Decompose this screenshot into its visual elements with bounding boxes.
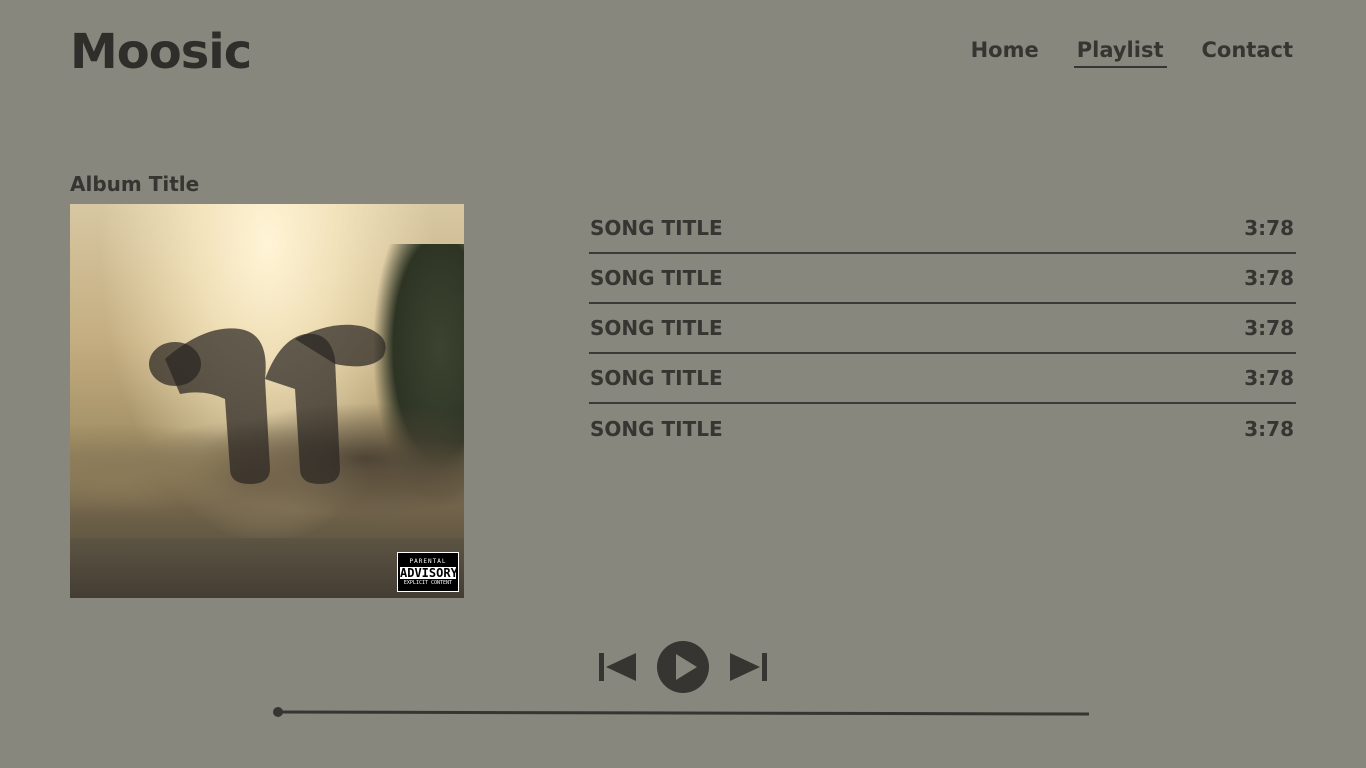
skip-back-icon[interactable] <box>598 652 638 682</box>
track-duration: 3:78 <box>1244 417 1294 441</box>
track-list: SONG TITLE 3:78 SONG TITLE 3:78 SONG TIT… <box>589 204 1296 454</box>
track-title: SONG TITLE <box>590 417 723 441</box>
album-cover: PARENTAL ADVISORY EXPLICIT CONTENT <box>70 204 464 598</box>
progress-bar[interactable] <box>273 703 1091 717</box>
track-duration: 3:78 <box>1244 266 1294 290</box>
nav-playlist[interactable]: Playlist <box>1073 36 1167 68</box>
track-duration: 3:78 <box>1244 366 1294 390</box>
track-title: SONG TITLE <box>590 366 723 390</box>
nav-home[interactable]: Home <box>968 36 1042 68</box>
track-duration: 3:78 <box>1244 316 1294 340</box>
skip-forward-icon[interactable] <box>728 652 768 682</box>
track-row[interactable]: SONG TITLE 3:78 <box>589 204 1296 254</box>
track-title: SONG TITLE <box>590 266 723 290</box>
progress-handle[interactable] <box>273 707 283 717</box>
track-row[interactable]: SONG TITLE 3:78 <box>589 404 1296 454</box>
nav-contact[interactable]: Contact <box>1199 36 1297 68</box>
track-title: SONG TITLE <box>590 316 723 340</box>
advisory-line-3: EXPLICIT CONTENT <box>403 579 453 586</box>
advisory-line-1: PARENTAL <box>409 557 447 565</box>
track-duration: 3:78 <box>1244 216 1294 240</box>
play-icon[interactable] <box>656 640 710 694</box>
cover-logo-mark <box>149 324 386 484</box>
track-row[interactable]: SONG TITLE 3:78 <box>589 304 1296 354</box>
track-row[interactable]: SONG TITLE 3:78 <box>589 354 1296 404</box>
parental-advisory-label: PARENTAL ADVISORY EXPLICIT CONTENT <box>397 552 459 592</box>
main-nav: Home Playlist Contact <box>968 36 1296 68</box>
track-row[interactable]: SONG TITLE 3:78 <box>589 254 1296 304</box>
player-controls <box>598 640 768 694</box>
album-title: Album Title <box>70 172 200 196</box>
logo[interactable]: Moosic <box>70 22 252 82</box>
track-title: SONG TITLE <box>590 216 723 240</box>
advisory-line-2: ADVISORY <box>400 565 458 580</box>
